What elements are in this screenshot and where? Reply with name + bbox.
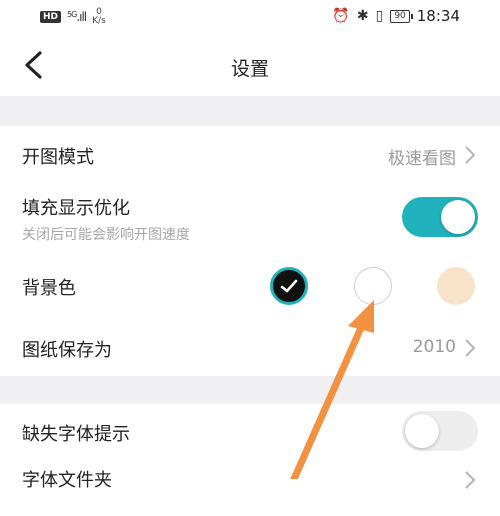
save-as-value: 2010 xyxy=(412,337,456,357)
bluetooth-icon: ✱ xyxy=(356,8,369,24)
status-left: HD 5G.ıll 0 K/s xyxy=(40,8,106,26)
fill-optimize-row: 填充显示优化 关闭后可能会影响开图速度 xyxy=(0,182,500,253)
checkmark-icon xyxy=(280,279,298,293)
title-bar: 设置 xyxy=(0,34,500,96)
fill-optimize-sublabel: 关闭后可能会影响开图速度 xyxy=(22,227,190,243)
status-bar: HD 5G.ıll 0 K/s ⏰ ✱ ▯ 90 18:34 xyxy=(0,0,500,34)
missing-font-label: 缺失字体提示 xyxy=(22,424,130,445)
battery-icon: 90 xyxy=(390,9,414,23)
chevron-right-icon xyxy=(465,146,476,164)
save-as-row[interactable]: 图纸保存为 2010 xyxy=(0,320,500,377)
section-divider xyxy=(0,376,500,404)
network-speed: 0 K/s xyxy=(92,8,106,26)
fill-optimize-toggle[interactable] xyxy=(402,197,478,237)
swatch-beige[interactable] xyxy=(437,267,475,305)
page-title: 设置 xyxy=(230,58,269,80)
swatch-white[interactable] xyxy=(354,267,392,305)
chevron-right-icon xyxy=(465,339,476,357)
signal-icon: 5G.ıll xyxy=(67,10,87,24)
alarm-icon: ⏰ xyxy=(332,8,350,24)
chevron-right-icon xyxy=(465,471,476,489)
status-time: 18:34 xyxy=(416,7,460,25)
hd-badge: HD xyxy=(40,11,62,23)
background-color-label: 背景色 xyxy=(22,278,76,299)
font-folder-label: 字体文件夹 xyxy=(22,470,112,491)
open-mode-value: 极速看图 xyxy=(388,149,456,169)
status-right: ⏰ ✱ ▯ 90 18:34 xyxy=(332,7,460,25)
missing-font-toggle[interactable] xyxy=(402,411,478,451)
open-mode-row[interactable]: 开图模式 极速看图 xyxy=(0,126,500,183)
network-type: 5G xyxy=(67,10,77,19)
toggle-knob xyxy=(441,200,475,234)
signal-bars: .ıll xyxy=(76,10,87,24)
toggle-knob xyxy=(405,414,439,448)
swatch-black[interactable] xyxy=(270,267,308,305)
vibrate-icon: ▯ xyxy=(375,8,384,24)
background-color-row: 背景色 xyxy=(0,252,500,321)
section-divider xyxy=(0,96,500,126)
speed-unit: K/s xyxy=(92,16,106,26)
font-folder-row[interactable]: 字体文件夹 xyxy=(0,460,500,516)
save-as-label: 图纸保存为 xyxy=(22,340,112,361)
fill-optimize-label: 填充显示优化 xyxy=(22,198,130,219)
open-mode-label: 开图模式 xyxy=(22,147,94,168)
missing-font-row: 缺失字体提示 xyxy=(0,404,500,461)
